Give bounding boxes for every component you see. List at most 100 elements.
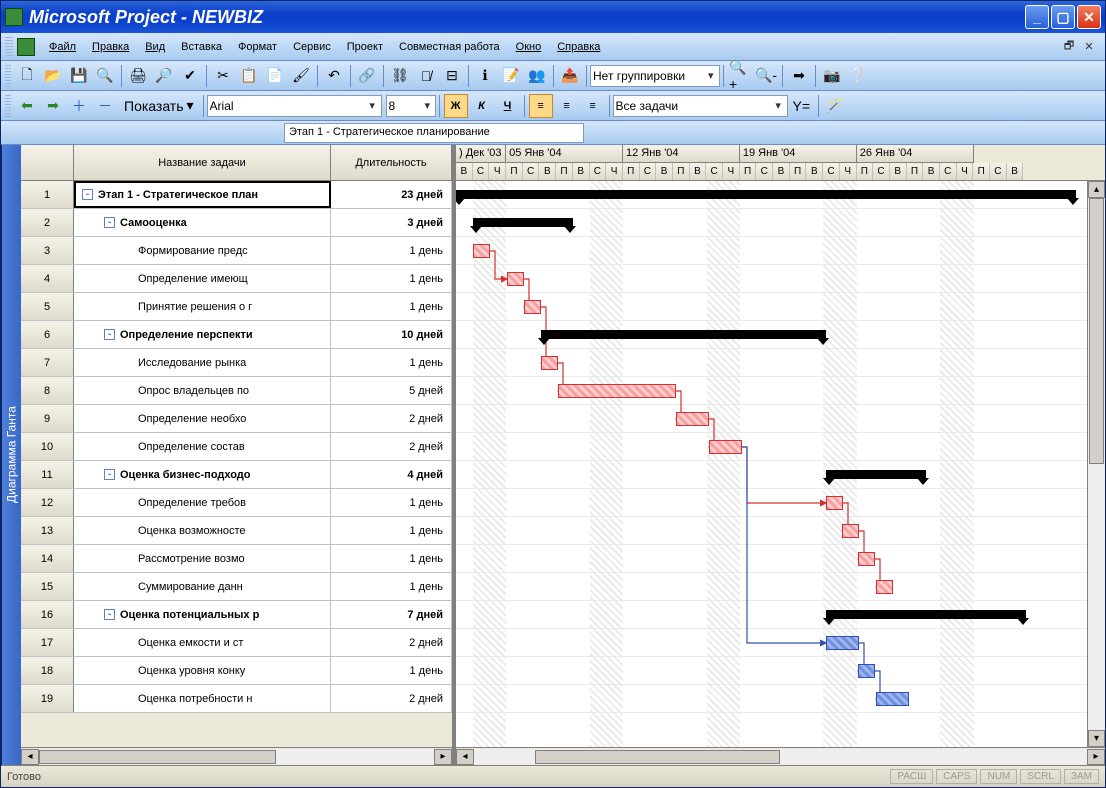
gantt-row[interactable] — [456, 489, 1105, 517]
table-row[interactable]: 18Оценка уровня конку1 день — [21, 657, 452, 685]
task-duration-cell[interactable]: 23 дней — [331, 181, 452, 208]
task-name-cell[interactable]: Принятие решения о г — [74, 293, 331, 320]
gantt-row[interactable] — [456, 209, 1105, 237]
task-duration-cell[interactable]: 1 день — [331, 489, 452, 516]
font-input[interactable] — [210, 99, 366, 113]
task-bar[interactable] — [826, 496, 843, 510]
task-bar[interactable] — [842, 524, 859, 538]
gantt-row[interactable] — [456, 573, 1105, 601]
row-number[interactable]: 11 — [21, 461, 74, 488]
task-duration-cell[interactable]: 1 день — [331, 293, 452, 320]
gantt-row[interactable] — [456, 237, 1105, 265]
undo-icon[interactable]: ↶ — [322, 64, 346, 88]
copy-icon[interactable]: 📋 — [237, 64, 261, 88]
dropdown-icon[interactable]: ▾ — [704, 69, 717, 82]
left-hscrollbar[interactable]: ◂ ▸ — [21, 747, 452, 765]
task-name-cell[interactable]: Определение имеющ — [74, 265, 331, 292]
filter-combo[interactable]: ▾ — [613, 95, 788, 117]
table-row[interactable]: 4Определение имеющ1 день — [21, 265, 452, 293]
task-bar[interactable] — [558, 384, 676, 398]
day-header[interactable]: В — [456, 163, 473, 181]
task-duration-cell[interactable]: 3 дней — [331, 209, 452, 236]
task-name-cell[interactable]: Суммирование данн — [74, 573, 331, 600]
row-number[interactable]: 8 — [21, 377, 74, 404]
dropdown-icon[interactable]: ▾ — [772, 99, 785, 112]
doc-close-button[interactable]: ✕ — [1081, 39, 1097, 55]
task-duration-cell[interactable]: 2 дней — [331, 685, 452, 712]
maximize-button[interactable]: ▢ — [1051, 5, 1075, 29]
italic-button[interactable]: К — [470, 94, 494, 118]
task-name-cell[interactable]: Определение необхо — [74, 405, 331, 432]
hide-subtasks-icon[interactable]: － — [93, 94, 117, 118]
day-header[interactable]: П — [973, 163, 990, 181]
underline-button[interactable]: Ч — [496, 94, 520, 118]
fontsize-input[interactable] — [389, 99, 422, 113]
week-header[interactable]: ) Дек '03 — [456, 145, 506, 163]
paste-icon[interactable]: 📄 — [263, 64, 287, 88]
task-duration-cell[interactable]: 5 дней — [331, 377, 452, 404]
task-name-cell[interactable]: -Оценка бизнес-подходо — [74, 461, 331, 488]
task-name-cell[interactable]: Оценка емкости и ст — [74, 629, 331, 656]
summary-bar[interactable] — [456, 190, 1076, 199]
gantt-row[interactable] — [456, 377, 1105, 405]
spellcheck-icon[interactable]: ✔ — [178, 64, 202, 88]
day-header[interactable]: П — [790, 163, 807, 181]
gantt-row[interactable] — [456, 321, 1105, 349]
align-right-button[interactable]: ≡ — [581, 94, 605, 118]
day-header[interactable]: С — [523, 163, 540, 181]
task-duration-cell[interactable]: 1 день — [331, 517, 452, 544]
row-number[interactable]: 13 — [21, 517, 74, 544]
table-row[interactable]: 10Определение состав2 дней — [21, 433, 452, 461]
day-header[interactable]: П — [740, 163, 757, 181]
split-task-icon[interactable]: ⊟ — [440, 64, 464, 88]
task-bar[interactable] — [473, 244, 490, 258]
dropdown-icon[interactable]: ▾ — [422, 99, 433, 112]
titlebar[interactable]: Microsoft Project - NEWBIZ _ ▢ ✕ — [1, 1, 1105, 33]
zoom-out-icon[interactable]: 🔍- — [754, 64, 778, 88]
week-header[interactable]: 05 Янв '04 — [506, 145, 623, 163]
table-row[interactable]: 3Формирование предс1 день — [21, 237, 452, 265]
outline-toggle-icon[interactable]: - — [104, 609, 115, 620]
task-bar[interactable] — [507, 272, 524, 286]
gantt-row[interactable] — [456, 181, 1105, 209]
day-header[interactable]: С — [873, 163, 890, 181]
hyperlink-icon[interactable]: 🔗 — [355, 64, 379, 88]
task-name-cell[interactable]: Рассмотрение возмо — [74, 545, 331, 572]
menu-help[interactable]: Справка — [549, 37, 608, 57]
font-combo[interactable]: ▾ — [207, 95, 382, 117]
task-name-cell[interactable]: -Определение перспекти — [74, 321, 331, 348]
row-number[interactable]: 12 — [21, 489, 74, 516]
row-number[interactable]: 3 — [21, 237, 74, 264]
publish-icon[interactable]: 📤 — [558, 64, 582, 88]
row-number[interactable]: 1 — [21, 181, 74, 208]
indent-right-icon[interactable]: ➡ — [41, 94, 65, 118]
task-name-cell[interactable]: Оценка возможносте — [74, 517, 331, 544]
summary-bar[interactable] — [826, 610, 1026, 619]
row-number[interactable]: 10 — [21, 433, 74, 460]
day-header[interactable]: П — [907, 163, 924, 181]
cut-icon[interactable]: ✂ — [211, 64, 235, 88]
row-number[interactable]: 17 — [21, 629, 74, 656]
menu-insert[interactable]: Вставка — [173, 37, 230, 57]
new-icon[interactable]: 🗋 — [15, 64, 39, 88]
view-bar-gantt[interactable]: Диаграмма Ганта — [1, 145, 21, 765]
menu-collab[interactable]: Совместная работа — [391, 37, 508, 57]
search-icon[interactable]: 🔍 — [93, 64, 117, 88]
menu-edit[interactable]: Правка — [84, 37, 137, 57]
task-bar[interactable] — [676, 412, 709, 426]
table-row[interactable]: 16-Оценка потенциальных р7 дней — [21, 601, 452, 629]
table-row[interactable]: 17Оценка емкости и ст2 дней — [21, 629, 452, 657]
row-number[interactable]: 5 — [21, 293, 74, 320]
table-row[interactable]: 9Определение необхо2 дней — [21, 405, 452, 433]
gantt-row[interactable] — [456, 685, 1105, 713]
menu-tools[interactable]: Сервис — [285, 37, 339, 57]
week-header[interactable]: 19 Янв '04 — [740, 145, 857, 163]
task-name-cell[interactable]: Формирование предс — [74, 237, 331, 264]
close-button[interactable]: ✕ — [1077, 5, 1101, 29]
print-icon[interactable]: 🖨 — [126, 64, 150, 88]
day-header[interactable]: В — [656, 163, 673, 181]
toolbar-grip[interactable] — [5, 65, 11, 87]
week-header[interactable]: 26 Янв '04 — [857, 145, 974, 163]
day-header[interactable]: С — [756, 163, 773, 181]
day-header[interactable]: С — [640, 163, 657, 181]
